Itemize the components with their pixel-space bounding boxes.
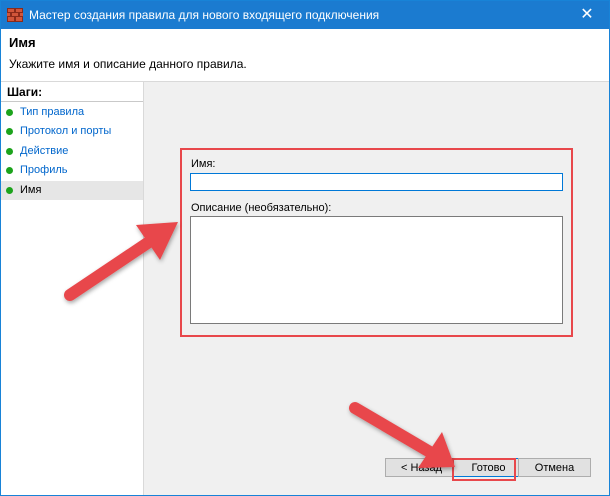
- step-current-icon: [6, 187, 13, 194]
- steps-divider: [1, 101, 143, 102]
- sidebar-item-label: Профиль: [20, 164, 68, 176]
- form-highlight-box: [180, 148, 573, 337]
- back-button[interactable]: < Назад: [385, 458, 458, 477]
- close-icon[interactable]: ✕: [565, 1, 609, 29]
- sidebar-item-label: Действие: [20, 145, 69, 157]
- steps-sidebar: Шаги: Тип правила Протокол и порты Дейст…: [1, 82, 144, 495]
- step-complete-icon: [6, 167, 13, 174]
- window-title: Мастер создания правила для нового входя…: [29, 8, 380, 22]
- sidebar-item-label: Протокол и порты: [20, 125, 112, 137]
- cancel-button[interactable]: Отмена: [518, 458, 591, 477]
- sidebar-item-action[interactable]: Действие: [1, 142, 143, 161]
- page-subtitle: Укажите имя и описание данного правила.: [9, 57, 247, 71]
- sidebar-item-rule-type[interactable]: Тип правила: [1, 103, 143, 122]
- sidebar-item-profile[interactable]: Профиль: [1, 161, 143, 180]
- firewall-icon: [7, 8, 23, 22]
- finish-highlight-box: [452, 458, 516, 481]
- sidebar-item-protocol-ports[interactable]: Протокол и порты: [1, 122, 143, 141]
- step-complete-icon: [6, 109, 13, 116]
- page-title: Имя: [9, 35, 36, 50]
- step-complete-icon: [6, 148, 13, 155]
- step-complete-icon: [6, 128, 13, 135]
- steps-heading: Шаги:: [7, 85, 43, 99]
- page-header: Имя Укажите имя и описание данного прави…: [1, 29, 609, 82]
- sidebar-item-name[interactable]: Имя: [1, 181, 143, 200]
- title-bar[interactable]: Мастер создания правила для нового входя…: [1, 1, 609, 29]
- sidebar-item-label: Тип правила: [20, 106, 85, 118]
- sidebar-item-label: Имя: [20, 184, 42, 196]
